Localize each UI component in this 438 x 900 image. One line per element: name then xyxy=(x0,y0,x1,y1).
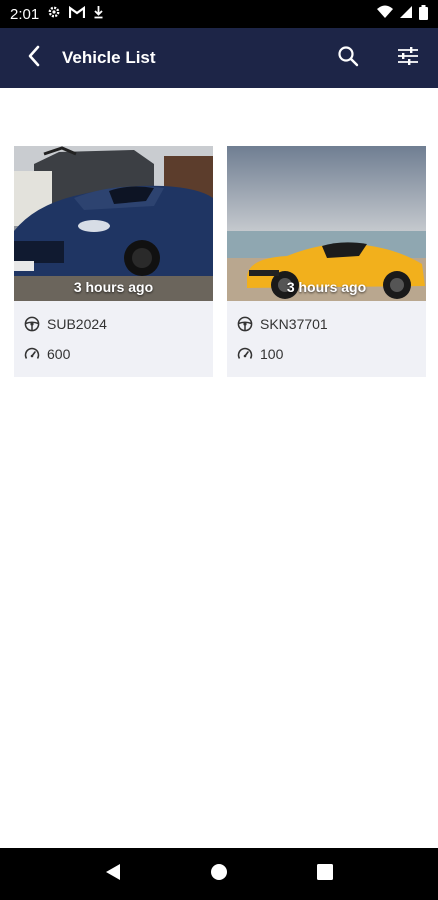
nav-back-button[interactable] xyxy=(89,850,137,898)
signal-icon xyxy=(399,5,413,23)
vehicle-photo: 3 hours ago xyxy=(227,146,426,301)
back-button[interactable] xyxy=(6,28,62,88)
back-arrow-icon xyxy=(27,45,41,72)
search-icon xyxy=(337,45,359,72)
mileage-row: 100 xyxy=(227,339,426,369)
gmail-icon xyxy=(69,5,86,23)
vehicle-card[interactable]: 3 hours ago SUB2024 600 xyxy=(14,146,213,377)
vehicle-plate: SKN37701 xyxy=(260,316,328,332)
download-icon xyxy=(93,5,104,23)
vehicle-mileage: 100 xyxy=(260,346,284,362)
filter-sliders-icon xyxy=(397,46,419,71)
time-ago-label: 3 hours ago xyxy=(286,279,367,295)
status-time: 2:01 xyxy=(10,5,40,23)
status-bar: 2:01 xyxy=(0,0,438,28)
page-title: Vehicle List xyxy=(62,48,156,67)
system-nav-bar xyxy=(0,848,438,900)
plate-row: SUB2024 xyxy=(14,309,213,339)
vehicle-mileage: 600 xyxy=(47,346,71,362)
speedometer-icon xyxy=(237,346,253,362)
battery-icon xyxy=(419,4,428,24)
time-ago-label: 3 hours ago xyxy=(73,279,154,295)
home-circle-icon xyxy=(210,863,228,886)
speedometer-icon xyxy=(24,346,40,362)
back-triangle-icon xyxy=(105,863,121,886)
recents-square-icon xyxy=(317,863,333,885)
steering-wheel-icon xyxy=(24,316,40,332)
vehicle-plate: SUB2024 xyxy=(47,316,107,332)
app-bar: Vehicle List xyxy=(0,28,438,88)
settings-icon xyxy=(47,5,61,23)
search-button[interactable] xyxy=(318,28,378,88)
vehicle-card[interactable]: 3 hours ago SKN37701 100 xyxy=(227,146,426,377)
nav-home-button[interactable] xyxy=(195,850,243,898)
vehicle-photo: 3 hours ago xyxy=(14,146,213,301)
wifi-icon xyxy=(377,5,393,23)
plate-row: SKN37701 xyxy=(227,309,426,339)
filter-button[interactable] xyxy=(378,28,438,88)
nav-recents-button[interactable] xyxy=(301,850,349,898)
mileage-row: 600 xyxy=(14,339,213,369)
vehicle-list: 3 hours ago SUB2024 600 3 hours ago SKN3… xyxy=(14,146,426,377)
steering-wheel-icon xyxy=(237,316,253,332)
